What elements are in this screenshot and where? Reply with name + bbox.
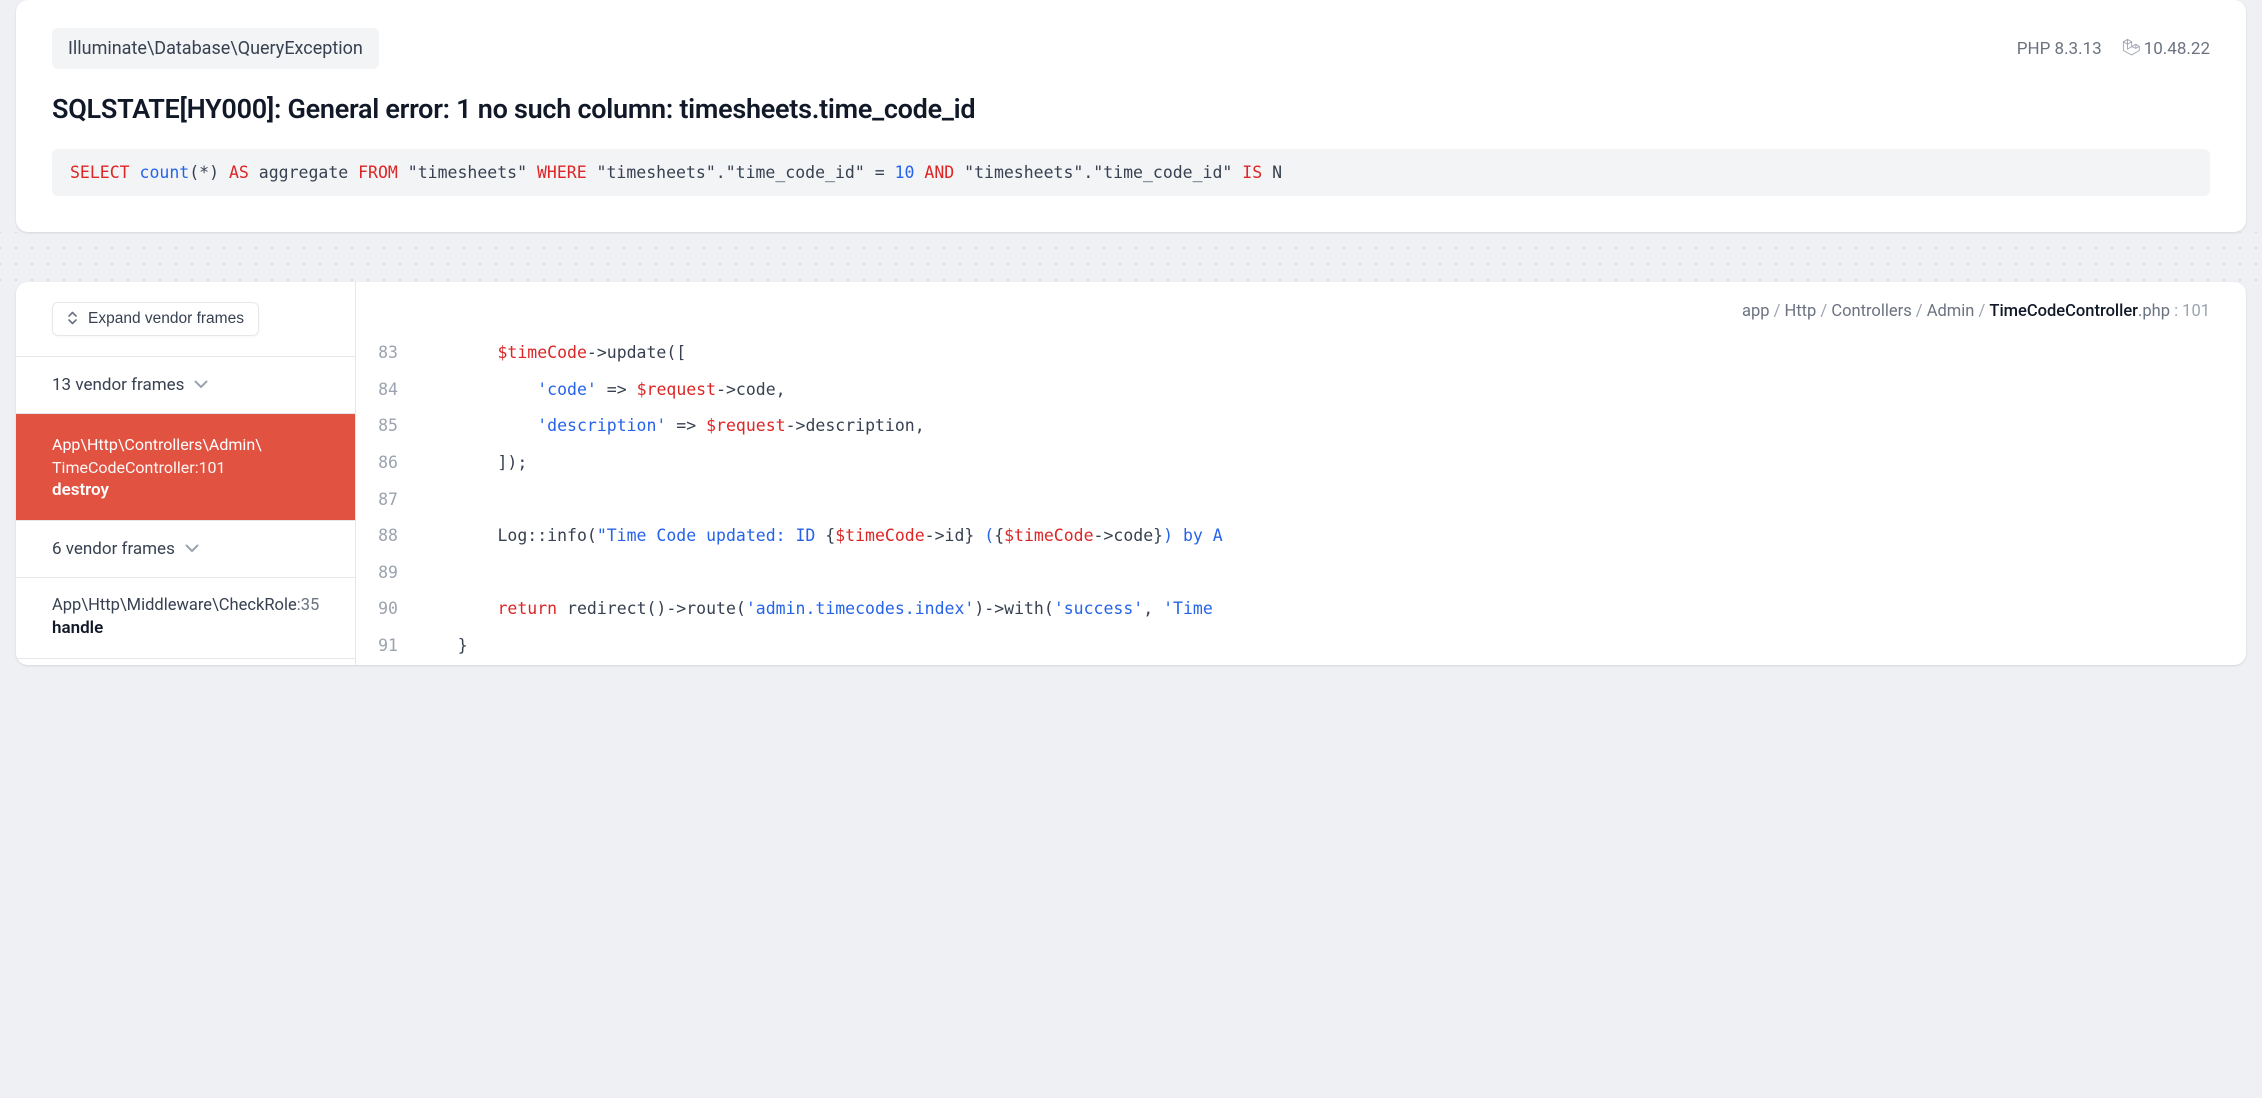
frame-method: handle [52,618,319,638]
code-line: 87 [356,482,2246,519]
expand-collapse-icon [67,311,78,327]
file-path-breadcrumb: app / Http / Controllers / Admin / TimeC… [356,282,2246,335]
code-line: 91 } [356,628,2246,665]
expand-label: Expand vendor frames [88,310,244,328]
code-listing: 83 $timeCode->update([84 'code' => $requ… [356,335,2246,665]
php-version: PHP 8.3.13 [2017,39,2102,59]
expand-vendor-frames-button[interactable]: Expand vendor frames [52,302,259,336]
code-line: 88 Log::info("Time Code updated: ID {$ti… [356,518,2246,555]
code-line: 86 ]); [356,445,2246,482]
frame-namespace: App\Http\Controllers\Admin\ [52,432,319,458]
chevron-down-icon [185,541,199,557]
vendor-frames-group-1[interactable]: 13 vendor frames [16,357,355,414]
code-line: 89 [356,555,2246,592]
spacer [0,232,2262,282]
exception-class-badge: Illuminate\Database\QueryException [52,28,379,69]
vendor-frames-group-2[interactable]: 6 vendor frames [16,521,355,578]
code-line: 85 'description' => $request->descriptio… [356,408,2246,445]
version-info: PHP 8.3.13 10.48.22 [2017,38,2210,59]
stack-trace-card: Expand vendor frames 13 vendor frames Ap… [16,282,2246,665]
vendor-frames-count: 6 vendor frames [52,539,175,559]
active-frame[interactable]: App\Http\Controllers\Admin\ TimeCodeCont… [16,414,355,521]
header-top-row: Illuminate\Database\QueryException PHP 8… [52,28,2210,69]
frame-method: destroy [52,480,319,500]
frame-file-line: TimeCodeController:101 [52,458,319,477]
error-header-card: Illuminate\Database\QueryException PHP 8… [16,0,2246,232]
sql-query-block: SELECT count(*) AS aggregate FROM "times… [52,149,2210,196]
laravel-icon [2122,38,2140,56]
code-line: 83 $timeCode->update([ [356,335,2246,372]
frames-column: Expand vendor frames 13 vendor frames Ap… [16,282,356,665]
stack-frame[interactable]: App\Http\Middleware\CheckRole:35 handle [16,578,355,659]
frame-file-line: App\Http\Middleware\CheckRole:35 [52,596,319,615]
vendor-frames-count: 13 vendor frames [52,375,184,395]
error-title: SQLSTATE[HY000]: General error: 1 no suc… [52,93,2210,125]
expand-row: Expand vendor frames [16,282,355,357]
code-column: app / Http / Controllers / Admin / TimeC… [356,282,2246,665]
code-line: 84 'code' => $request->code, [356,372,2246,409]
laravel-version: 10.48.22 [2122,38,2210,59]
code-line: 90 return redirect()->route('admin.timec… [356,591,2246,628]
chevron-down-icon [194,377,208,393]
